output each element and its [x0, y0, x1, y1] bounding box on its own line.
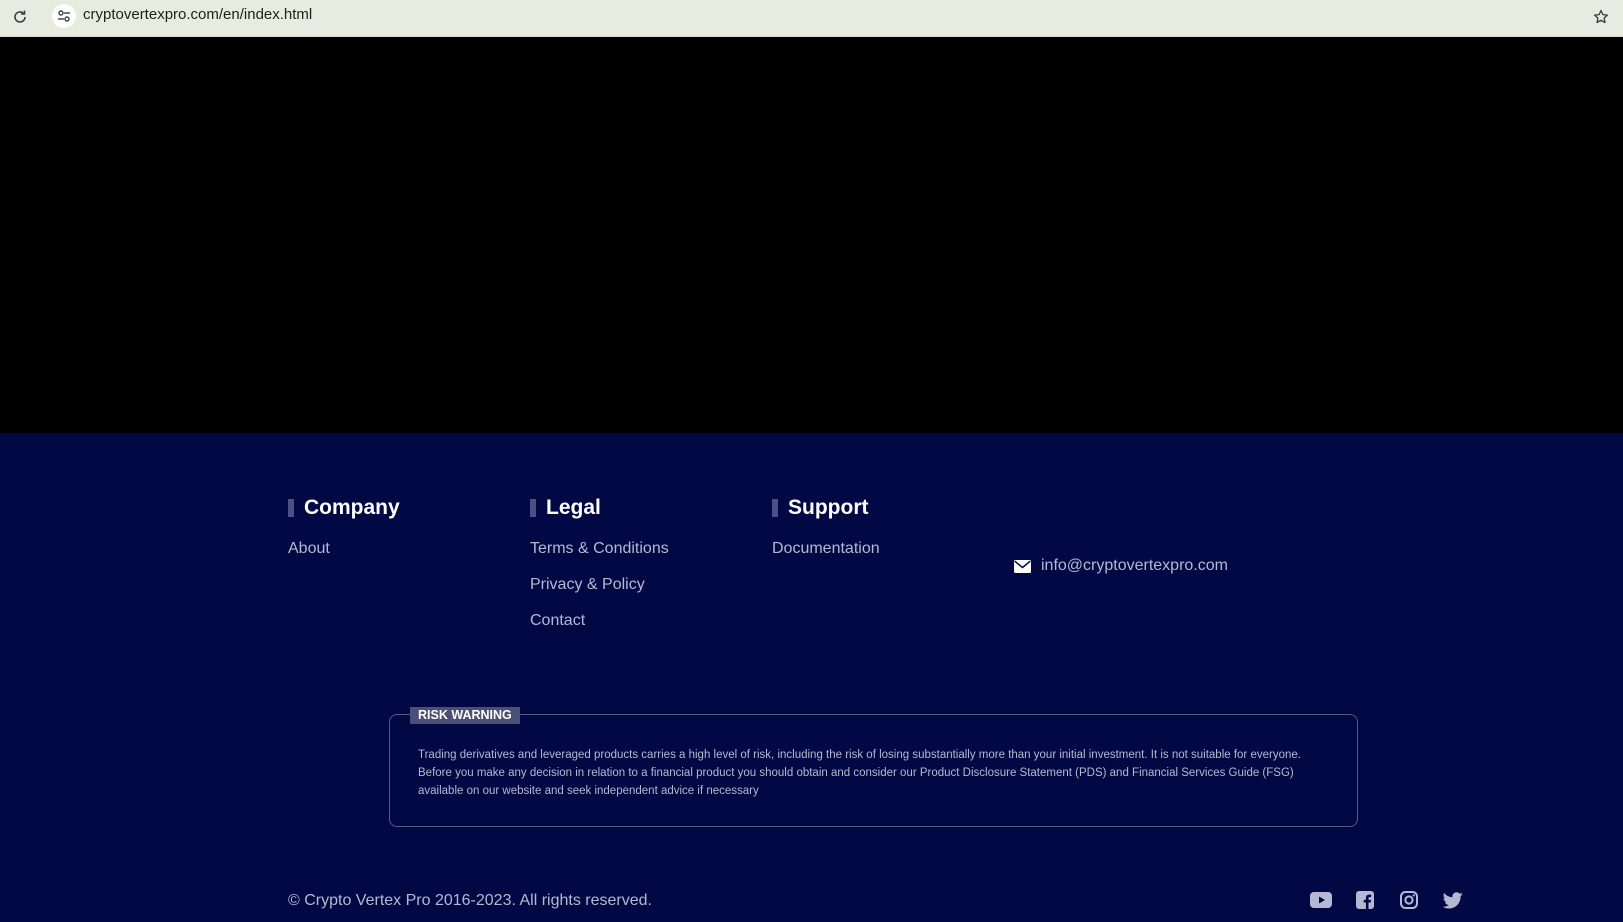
footer-column-legal: Legal Terms & Conditions Privacy & Polic…: [530, 495, 669, 647]
twitter-icon[interactable]: [1442, 889, 1464, 911]
column-title: Legal: [530, 495, 669, 521]
title-accent-bar: [772, 499, 778, 517]
column-title-text: Support: [788, 496, 869, 519]
facebook-icon[interactable]: [1354, 889, 1376, 911]
contact-email[interactable]: info@cryptovertexpro.com: [1014, 557, 1228, 575]
site-info-button[interactable]: [52, 4, 76, 28]
title-accent-bar: [530, 499, 536, 517]
social-links: [1310, 889, 1464, 911]
reload-button[interactable]: [8, 5, 32, 29]
bookmark-button[interactable]: [1589, 5, 1613, 29]
risk-warning-label: RISK WARNING: [410, 707, 520, 724]
column-title: Company: [288, 495, 400, 521]
column-title-text: Legal: [546, 496, 601, 519]
hero-section: [0, 37, 1623, 433]
column-title-text: Company: [304, 496, 400, 519]
url-text[interactable]: cryptovertexpro.com/en/index.html: [83, 5, 312, 25]
risk-warning-box: RISK WARNING Trading derivatives and lev…: [389, 707, 1358, 827]
footer-link-privacy[interactable]: Privacy & Policy: [530, 575, 669, 595]
title-accent-bar: [288, 499, 294, 517]
footer-column-support: Support Documentation: [772, 495, 880, 575]
footer-link-terms[interactable]: Terms & Conditions: [530, 539, 669, 559]
youtube-icon[interactable]: [1310, 889, 1332, 911]
reload-icon: [14, 10, 26, 23]
tune-icon: [58, 10, 70, 22]
risk-warning-text: Trading derivatives and leveraged produc…: [418, 749, 1301, 797]
email-text[interactable]: info@cryptovertexpro.com: [1041, 557, 1228, 575]
footer-link-about[interactable]: About: [288, 539, 400, 559]
star-icon: [1593, 9, 1609, 24]
browser-toolbar: cryptovertexpro.com/en/index.html: [0, 0, 1623, 37]
footer-link-documentation[interactable]: Documentation: [772, 539, 880, 559]
envelope-icon: [1014, 559, 1031, 573]
column-title: Support: [772, 495, 880, 521]
footer-link-contact[interactable]: Contact: [530, 611, 669, 631]
copyright-text: © Crypto Vertex Pro 2016-2023. All right…: [288, 892, 652, 909]
site-footer: Company About Legal Terms & Conditions P…: [0, 433, 1623, 922]
instagram-icon[interactable]: [1398, 889, 1420, 911]
footer-column-company: Company About: [288, 495, 400, 575]
